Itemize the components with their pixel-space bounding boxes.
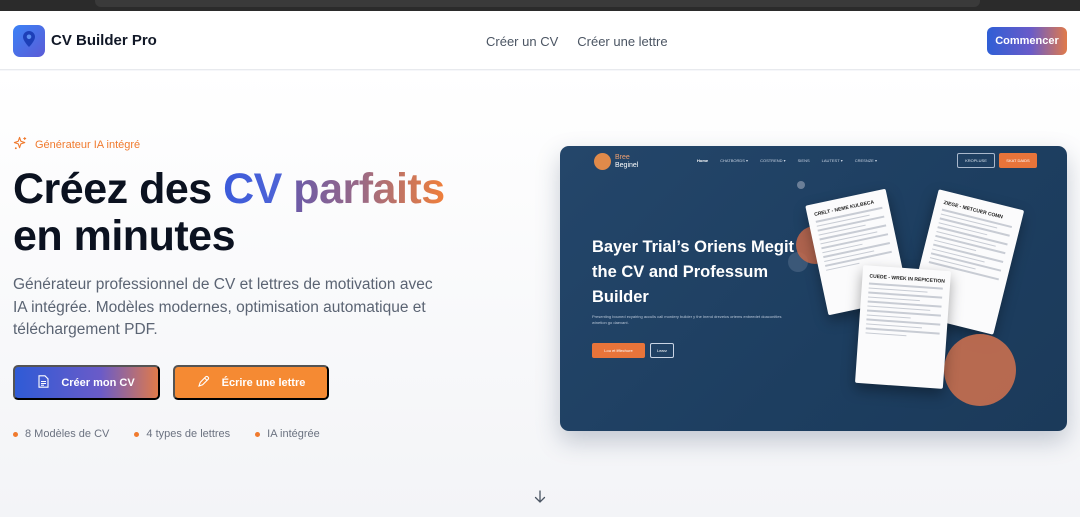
bullet-dot: [255, 431, 261, 437]
hero-subtitle: Générateur professionnel de CV et lettre…: [13, 276, 433, 338]
address-bar[interactable]: [95, 0, 980, 7]
hero-title-part1: Créez des: [13, 165, 224, 213]
nav-link-create-cv[interactable]: Créer un CV: [486, 34, 558, 49]
browser-top-bar: [0, 0, 1080, 11]
decor-dot: [797, 181, 805, 189]
mockup-logo: [594, 153, 611, 170]
write-letter-button[interactable]: Écrire une lettre: [173, 365, 329, 400]
app-logo[interactable]: [13, 25, 45, 57]
feature-item: 8 Modèles de CV: [13, 428, 109, 440]
decor-circle-large: [944, 334, 1016, 406]
feature-item: IA intégrée: [255, 428, 320, 440]
feature-item: 4 types de lettres: [134, 428, 230, 440]
document-icon: [38, 374, 49, 391]
hero-title-parfaits: parfaits: [293, 165, 445, 213]
hero-title: Créez des CV parfaits en minutes: [13, 166, 445, 260]
bullet-dot: [13, 431, 18, 437]
pin-icon: [23, 30, 35, 52]
app-name[interactable]: CV Builder Pro: [51, 32, 157, 49]
mockup-outline-button: KROPLUSE: [957, 153, 995, 168]
start-button[interactable]: Commencer: [987, 27, 1067, 55]
mockup-brand: Bree: [615, 154, 630, 161]
main-nav: Créer un CV Créer une lettre: [486, 34, 668, 49]
arrow-down-icon[interactable]: [532, 489, 548, 510]
cv-paper-3: CUEDE - WREK IN REPICETION: [854, 265, 952, 389]
mockup-secondary-button: Learz: [650, 343, 674, 358]
hero-title-cv: CV: [223, 165, 282, 213]
nav-link-create-letter[interactable]: Créer une lettre: [577, 34, 667, 49]
sparkle-icon: [13, 136, 28, 154]
top-navbar: CV Builder Pro Créer un CV Créer une let…: [0, 11, 1080, 70]
pen-icon: [197, 375, 210, 391]
mockup-brand-2: Beginel: [615, 162, 639, 169]
mockup-orange-button: SKAT DAIDS: [999, 153, 1037, 168]
feature-list: 8 Modèles de CV 4 types de lettres IA in…: [13, 428, 345, 440]
mockup-primary-button: Lou et lfflechure: [592, 343, 645, 358]
hero-title-line2: en minutes: [13, 212, 236, 260]
mockup-nav: Home CHATBORDS ▾ COSTREND ▾ SIENS LAUTEST ▾ C…: [697, 158, 877, 163]
create-cv-label: Créer mon CV: [61, 376, 135, 389]
ai-badge: Générateur IA intégré: [13, 136, 140, 154]
create-cv-button[interactable]: Créer mon CV: [13, 365, 160, 400]
mockup-title: Bayer Trial’s Oriens Megit the CV and Pr…: [592, 238, 795, 306]
bullet-dot: [134, 431, 140, 437]
write-letter-label: Écrire une lettre: [221, 376, 306, 389]
hero-mockup-image: Bree Beginel Home CHATBORDS ▾ COSTREND ▾ SI…: [560, 146, 1067, 431]
badge-label: Générateur IA intégré: [35, 139, 141, 151]
mockup-desc: Presenting bouned ecyairing acculls call…: [592, 314, 782, 325]
